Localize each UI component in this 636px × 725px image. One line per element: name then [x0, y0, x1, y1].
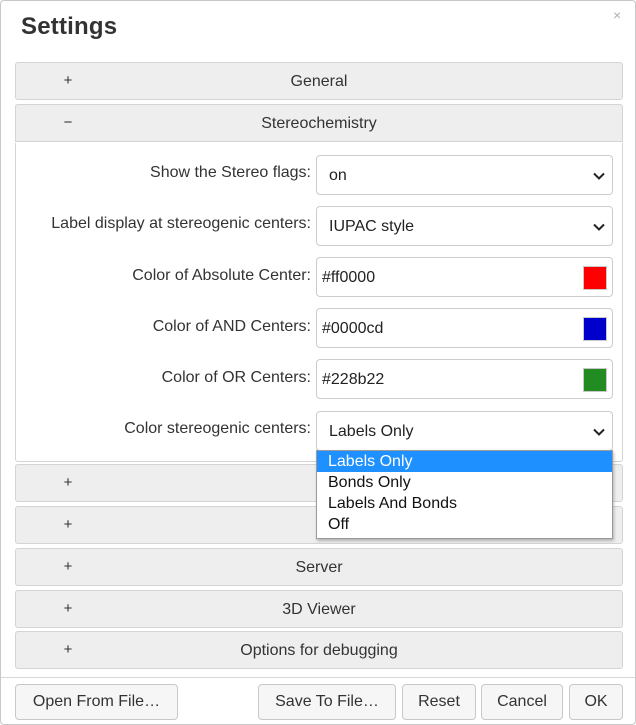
or-color-swatch[interactable] [583, 368, 607, 392]
section-server[interactable]: + Server [15, 548, 623, 586]
label-display-value: IUPAC style [329, 218, 415, 235]
color-centers-select[interactable]: Labels Only [316, 411, 613, 451]
absolute-color-value: #ff0000 [322, 269, 376, 286]
or-color-input[interactable]: #228b22 [316, 359, 613, 399]
and-color-input[interactable]: #0000cd [316, 308, 613, 348]
dropdown-option-labels-and-bonds[interactable]: Labels And Bonds [317, 493, 612, 514]
dropdown-option-labels-only[interactable]: Labels Only [317, 451, 612, 472]
chevron-down-icon [593, 223, 605, 231]
dropdown-option-bonds-only[interactable]: Bonds Only [317, 472, 612, 493]
chevron-down-icon [593, 172, 605, 180]
section-general-label: General [290, 73, 348, 90]
chevron-down-icon [593, 428, 605, 436]
expand-icon: + [63, 516, 73, 533]
close-icon[interactable]: × [613, 7, 621, 23]
and-color-swatch[interactable] [583, 317, 607, 341]
absolute-color-label: Color of Absolute Center: [132, 267, 311, 284]
section-3d-viewer[interactable]: + 3D Viewer [15, 590, 623, 628]
show-stereo-flags-label: Show the Stereo flags: [150, 164, 311, 181]
cancel-button[interactable]: Cancel [481, 684, 563, 720]
absolute-color-input[interactable]: #ff0000 [316, 257, 613, 297]
label-display-label: Label display at stereogenic centers: [51, 215, 311, 232]
section-server-label: Server [295, 559, 343, 576]
label-display-select[interactable]: IUPAC style [316, 206, 613, 246]
section-3d-viewer-label: 3D Viewer [282, 601, 356, 618]
section-general[interactable]: + General [15, 62, 623, 100]
section-stereochemistry[interactable]: − Stereochemistry [15, 104, 623, 142]
settings-dialog: Settings × + General − Stereochemistry S… [0, 0, 636, 725]
or-color-value: #228b22 [322, 371, 385, 388]
color-centers-label: Color stereogenic centers: [124, 420, 311, 437]
and-color-label: Color of AND Centers: [152, 318, 311, 335]
section-debugging-label: Options for debugging [240, 642, 398, 659]
section-stereochemistry-label: Stereochemistry [261, 115, 377, 132]
show-stereo-flags-value: on [329, 167, 347, 184]
footer-divider [1, 677, 635, 678]
expand-icon: + [63, 474, 73, 491]
dialog-title: Settings [21, 13, 118, 40]
show-stereo-flags-select[interactable]: on [316, 155, 613, 195]
or-color-label: Color of OR Centers: [161, 369, 311, 386]
color-centers-dropdown: Labels Only Bonds Only Labels And Bonds … [316, 450, 613, 539]
save-to-file-button[interactable]: Save To File… [258, 684, 396, 720]
section-debugging[interactable]: + Options for debugging [15, 631, 623, 669]
reset-button[interactable]: Reset [402, 684, 476, 720]
dropdown-option-off[interactable]: Off [317, 514, 612, 535]
open-from-file-button[interactable]: Open From File… [15, 684, 178, 720]
and-color-value: #0000cd [322, 320, 384, 337]
absolute-color-swatch[interactable] [583, 266, 607, 290]
ok-button[interactable]: OK [569, 684, 623, 720]
color-centers-value: Labels Only [329, 423, 414, 440]
